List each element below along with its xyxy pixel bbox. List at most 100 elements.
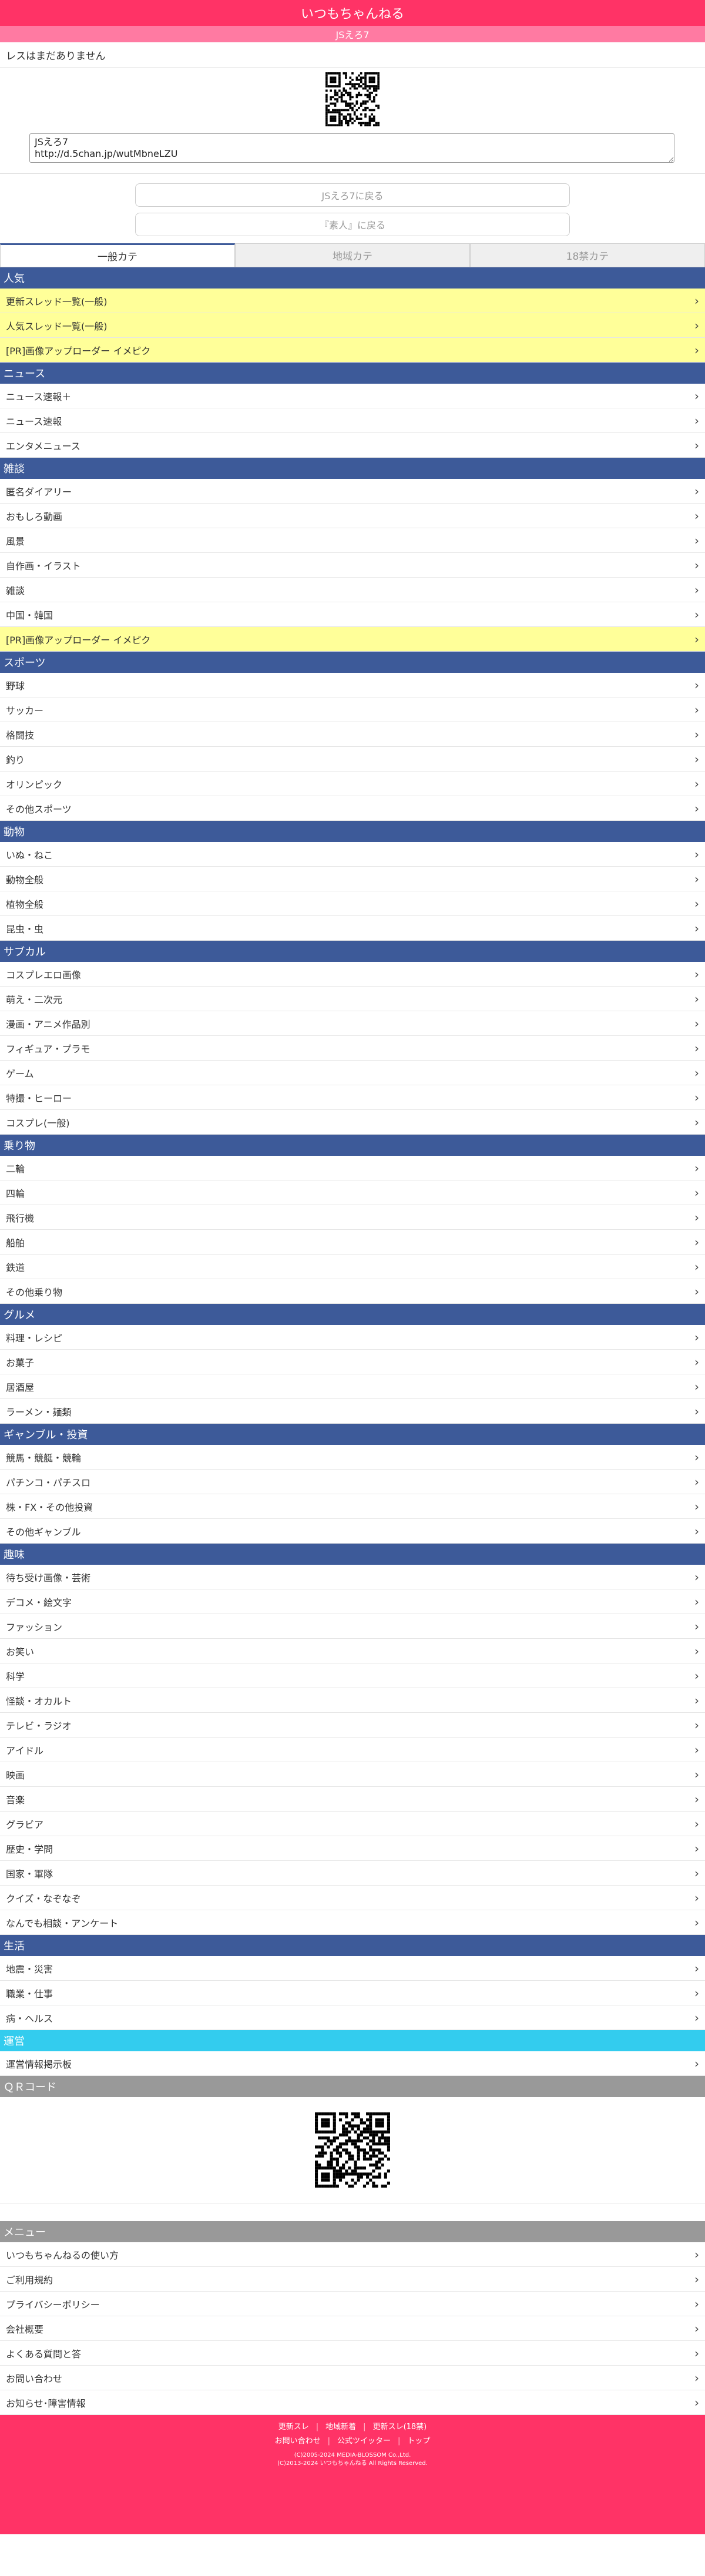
category-item[interactable]: 病・ヘルス › xyxy=(0,2005,705,2030)
share-url-textbox[interactable] xyxy=(29,133,674,163)
category-item[interactable]: 地震・災害 › xyxy=(0,1956,705,1981)
category-item[interactable]: 飛行機 › xyxy=(0,1205,705,1230)
site-header[interactable]: いつもちゃんねる xyxy=(0,0,705,26)
category-item[interactable]: 格闘技 › xyxy=(0,722,705,747)
category-item[interactable]: [PR]画像アップローダー イメピク › xyxy=(0,338,705,363)
footer-link-top[interactable]: トップ xyxy=(400,2436,437,2447)
category-item[interactable]: いぬ・ねこ › xyxy=(0,842,705,867)
category-item[interactable]: ラーメン・麺類 › xyxy=(0,1399,705,1424)
category-item[interactable]: 運営情報掲示板 › xyxy=(0,2051,705,2076)
category-item[interactable]: 動物全般 › xyxy=(0,867,705,891)
menu-item[interactable]: プライバシーポリシー › xyxy=(0,2292,705,2316)
category-item[interactable]: 野球 › xyxy=(0,673,705,697)
chevron-right-icon: › xyxy=(694,343,699,357)
category-item[interactable]: パチンコ・パチスロ › xyxy=(0,1470,705,1494)
category-item-label: 昆虫・虫 xyxy=(6,923,44,935)
category-item[interactable]: コスプレ(一般) › xyxy=(0,1110,705,1135)
menu-item[interactable]: よくある質問と答 › xyxy=(0,2341,705,2366)
category-item[interactable]: 風景 › xyxy=(0,528,705,553)
category-item[interactable]: 自作画・イラスト › xyxy=(0,553,705,578)
category-item[interactable]: 歴史・学問 › xyxy=(0,1836,705,1861)
category-item[interactable]: お笑い › xyxy=(0,1639,705,1663)
category-item[interactable]: 特撮・ヒーロー › xyxy=(0,1085,705,1110)
footer-link-regional-new[interactable]: 地域新着 xyxy=(318,2422,363,2433)
menu-item[interactable]: お問い合わせ › xyxy=(0,2366,705,2390)
footer-link-updated-adult[interactable]: 更新スレ(18禁) xyxy=(366,2422,434,2433)
category-item[interactable]: 科学 › xyxy=(0,1663,705,1688)
category-item[interactable]: 人気スレッド一覧(一般) › xyxy=(0,313,705,338)
menu-item[interactable]: いつもちゃんねるの使い方 › xyxy=(0,2242,705,2267)
category-item[interactable]: 匿名ダイアリー › xyxy=(0,479,705,504)
category-item[interactable]: 株・FX・その他投資 › xyxy=(0,1494,705,1519)
category-item[interactable]: テレビ・ラジオ › xyxy=(0,1713,705,1738)
category-item[interactable]: 漫画・アニメ作品別 › xyxy=(0,1011,705,1036)
footer-link-twitter[interactable]: 公式ツイッター xyxy=(330,2436,398,2447)
category-item-label: コスプレ(一般) xyxy=(6,1117,70,1129)
tab-adult[interactable]: 18禁カテ xyxy=(470,243,705,267)
category-item[interactable]: 料理・レシピ › xyxy=(0,1325,705,1350)
category-item[interactable]: 待ち受け画像・芸術 › xyxy=(0,1565,705,1589)
category-item[interactable]: ニュース速報 › xyxy=(0,408,705,433)
category-item[interactable]: ファッション › xyxy=(0,1614,705,1639)
category-item-label: 運営情報掲示板 xyxy=(6,2058,72,2070)
category-item[interactable]: 競馬・競艇・競輪 › xyxy=(0,1445,705,1470)
category-item-label: 匿名ダイアリー xyxy=(6,486,72,498)
category-item[interactable]: オリンピック › xyxy=(0,772,705,796)
category-item[interactable]: フィギュア・プラモ › xyxy=(0,1036,705,1061)
category-item[interactable]: コスプレエロ画像 › xyxy=(0,962,705,987)
category-item[interactable]: 萌え・二次元 › xyxy=(0,987,705,1011)
category-item[interactable]: グラビア › xyxy=(0,1812,705,1836)
category-item[interactable]: サッカー › xyxy=(0,697,705,722)
qr-section-title: ＱＲコード xyxy=(4,2081,56,2094)
category-item[interactable]: 昆虫・虫 › xyxy=(0,916,705,941)
category-header: 雑談 xyxy=(0,458,705,479)
thread-title: JSえろ7 xyxy=(335,29,370,41)
category-item[interactable]: 国家・軍隊 › xyxy=(0,1861,705,1886)
chevron-right-icon: › xyxy=(694,388,699,403)
category-item[interactable]: [PR]画像アップローダー イメピク › xyxy=(0,627,705,652)
category-item[interactable]: アイドル › xyxy=(0,1738,705,1762)
category-item[interactable]: 鉄道 › xyxy=(0,1255,705,1279)
category-item[interactable]: その他乗り物 › xyxy=(0,1279,705,1304)
menu-item[interactable]: お知らせ･障害情報 › xyxy=(0,2390,705,2415)
category-item[interactable]: 怪談・オカルト › xyxy=(0,1688,705,1713)
category-item[interactable]: 中国・韓国 › xyxy=(0,602,705,627)
category-item[interactable]: 居酒屋 › xyxy=(0,1374,705,1399)
chevron-right-icon: › xyxy=(694,727,699,742)
category-tabs: 一般カテ 地域カテ 18禁カテ xyxy=(0,243,705,267)
category-item[interactable]: 音楽 › xyxy=(0,1787,705,1812)
category-item-label: 鉄道 xyxy=(6,1262,25,1273)
footer-link-contact[interactable]: お問い合わせ xyxy=(268,2436,328,2447)
category-item[interactable]: 植物全般 › xyxy=(0,891,705,916)
category-item[interactable]: おもしろ動画 › xyxy=(0,504,705,528)
category-item[interactable]: クイズ・なぞなぞ › xyxy=(0,1886,705,1910)
back-to-thread-button[interactable]: JSえろ7に戻る xyxy=(135,183,570,207)
tab-regional[interactable]: 地域カテ xyxy=(235,243,470,267)
category-item[interactable]: その他ギャンブル › xyxy=(0,1519,705,1544)
menu-item[interactable]: 会社概要 › xyxy=(0,2316,705,2341)
site-title[interactable]: いつもちゃんねる xyxy=(301,4,404,22)
chevron-right-icon: › xyxy=(694,1718,699,1732)
category-item[interactable]: 更新スレッド一覧(一般) › xyxy=(0,289,705,313)
category-item[interactable]: 釣り › xyxy=(0,747,705,772)
category-item[interactable]: なんでも相談・アンケート › xyxy=(0,1910,705,1935)
category-header: 乗り物 xyxy=(0,1135,705,1156)
category-item[interactable]: ゲーム › xyxy=(0,1061,705,1085)
category-item[interactable]: 二輪 › xyxy=(0,1156,705,1180)
category-item[interactable]: エンタメニュース › xyxy=(0,433,705,458)
menu-item[interactable]: ご利用規約 › xyxy=(0,2267,705,2292)
category-item-label: 風景 xyxy=(6,535,25,547)
category-item[interactable]: その他スポーツ › xyxy=(0,796,705,821)
footer-link-updated[interactable]: 更新スレ xyxy=(271,2422,316,2433)
category-item[interactable]: お菓子 › xyxy=(0,1350,705,1374)
category-item[interactable]: 船舶 › xyxy=(0,1230,705,1255)
category-item[interactable]: 雑談 › xyxy=(0,578,705,602)
category-item[interactable]: デコメ・絵文字 › xyxy=(0,1589,705,1614)
tab-general[interactable]: 一般カテ xyxy=(0,243,235,267)
category-item[interactable]: 職業・仕事 › xyxy=(0,1981,705,2005)
category-item[interactable]: 四輪 › xyxy=(0,1180,705,1205)
category-item[interactable]: ニュース速報＋ › xyxy=(0,384,705,408)
category-item-label: [PR]画像アップローダー イメピク xyxy=(6,634,151,646)
back-to-board-button[interactable]: 『素人』に戻る xyxy=(135,213,570,236)
category-item[interactable]: 映画 › xyxy=(0,1762,705,1787)
